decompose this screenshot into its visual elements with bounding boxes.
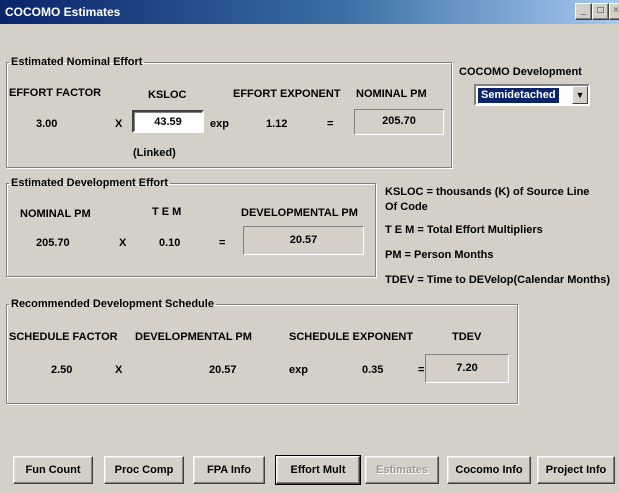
cocomo-estimates-window: COCOMO Estimates _ □ × Estimated Nominal…	[0, 0, 619, 493]
minimize-icon[interactable]: _	[575, 3, 592, 20]
tem-value: 0.10	[159, 237, 181, 249]
glossary-ksloc-line2: Of Code	[385, 201, 428, 213]
fun-count-button[interactable]: Fun Count	[13, 456, 93, 484]
glossary-tem: T E M = Total Effort Multipliers	[385, 224, 543, 236]
developmental-pm-value: 20.57	[243, 226, 364, 255]
effort-exponent-value: 1.12	[266, 118, 288, 130]
equals-sign: =	[327, 118, 334, 130]
nominal-pm-value: 205.70	[354, 109, 444, 135]
exp-label: exp	[210, 118, 229, 130]
ksloc-input[interactable]	[132, 110, 204, 133]
nominal-pm-label: NOMINAL PM	[356, 88, 427, 100]
cocomo-info-button[interactable]: Cocomo Info	[447, 456, 531, 484]
development-mode-select[interactable]: Semidetached ▼	[474, 84, 590, 106]
schedule-exp-label: exp	[289, 364, 308, 376]
nominal-effort-legend: Estimated Nominal Effort	[11, 56, 143, 68]
schedule-exponent-label: SCHEDULE EXPONENT	[289, 331, 414, 343]
ksloc-label: KSLOC	[148, 89, 187, 101]
schedule-dev-pm-value: 20.57	[209, 364, 237, 376]
fpa-info-button[interactable]: FPA Info	[193, 456, 265, 484]
schedule-equals-sign: =	[418, 364, 425, 376]
development-mode-selected: Semidetached	[478, 88, 559, 103]
tdev-label: TDEV	[452, 331, 482, 343]
developmental-pm-label: DEVELOPMENTAL PM	[241, 207, 358, 219]
schedule-dev-pm-label: DEVELOPMENTAL PM	[135, 331, 252, 343]
schedule-multiply-sign: X	[115, 364, 123, 376]
maximize-icon[interactable]: □	[592, 3, 609, 20]
development-effort-legend: Estimated Development Effort	[11, 177, 169, 189]
multiply-sign: X	[115, 118, 123, 130]
glossary-ksloc-line1: KSLOC = thousands (K) of Source Line	[385, 186, 590, 198]
proc-comp-button[interactable]: Proc Comp	[104, 456, 184, 484]
tdev-value: 7.20	[425, 354, 509, 383]
window-title: COCOMO Estimates	[5, 5, 121, 19]
close-icon[interactable]: ×	[609, 3, 619, 20]
effort-mult-button[interactable]: Effort Mult	[275, 455, 361, 485]
dev-nominal-pm-value: 205.70	[36, 237, 70, 249]
cocomo-development-label: COCOMO Development	[459, 66, 582, 78]
estimates-button[interactable]: Estimates	[365, 456, 439, 484]
schedule-factor-label: SCHEDULE FACTOR	[9, 331, 118, 343]
title-bar: COCOMO Estimates	[0, 0, 619, 24]
development-schedule-legend: Recommended Development Schedule	[11, 298, 214, 310]
effort-factor-label: EFFORT FACTOR	[9, 87, 102, 99]
chevron-down-icon[interactable]: ▼	[572, 86, 588, 104]
effort-exponent-label: EFFORT EXPONENT	[233, 88, 341, 100]
development-schedule-group: Recommended Development Schedule	[6, 298, 518, 404]
dev-multiply-sign: X	[119, 237, 127, 249]
dev-nominal-pm-label: NOMINAL PM	[20, 208, 91, 220]
glossary-pm: PM = Person Months	[385, 249, 494, 261]
linked-label: (Linked)	[133, 147, 176, 159]
glossary-tdev: TDEV = Time to DEVelop(Calendar Months)	[385, 274, 611, 286]
schedule-exponent-value: 0.35	[362, 364, 384, 376]
effort-factor-value: 3.00	[36, 118, 58, 130]
dev-equals-sign: =	[219, 237, 226, 249]
tem-label: T E M	[152, 206, 182, 218]
schedule-factor-value: 2.50	[51, 364, 73, 376]
project-info-button[interactable]: Project Info	[537, 456, 615, 484]
